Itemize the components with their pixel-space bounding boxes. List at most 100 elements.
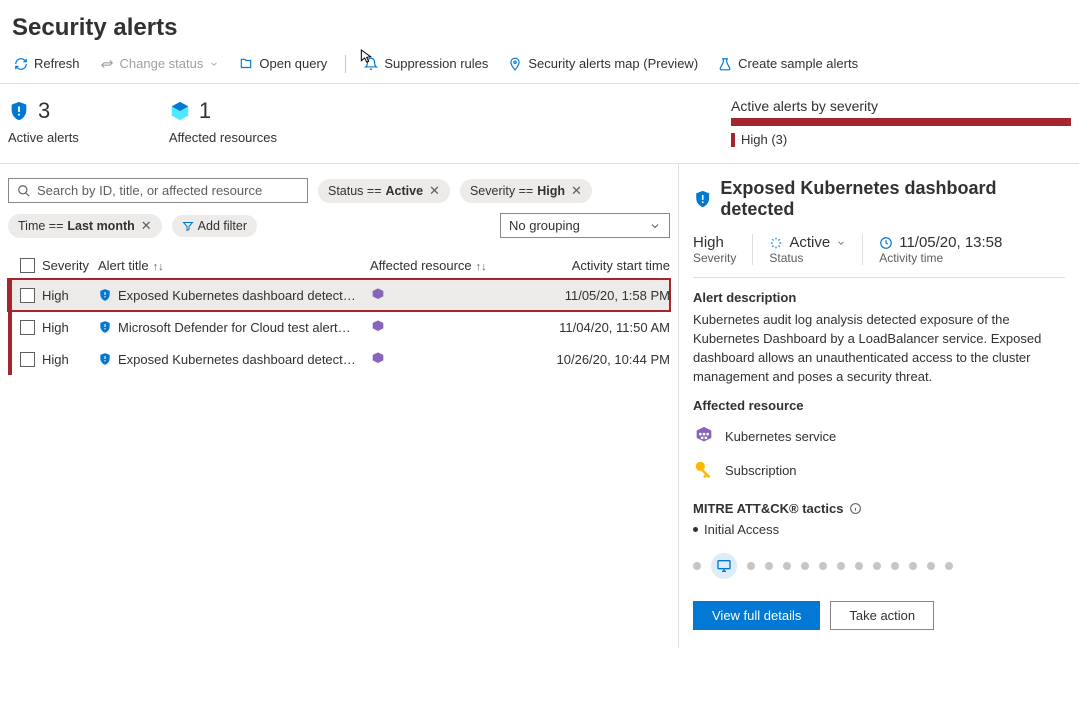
bullet-icon	[693, 527, 698, 532]
row-checkbox[interactable]	[20, 352, 35, 367]
refresh-icon	[14, 57, 28, 71]
close-icon[interactable]: ✕	[571, 183, 582, 199]
spinner-icon	[769, 236, 783, 250]
stage-dot	[783, 562, 791, 570]
close-icon[interactable]: ✕	[429, 183, 440, 199]
row-title-text: Exposed Kubernetes dashboard detect…	[118, 288, 356, 303]
mitre-tactic-item: Initial Access	[693, 522, 1065, 537]
query-icon	[239, 57, 253, 71]
sort-icon: ↑↓	[153, 261, 164, 273]
filter-status[interactable]: Status == Active ✕	[318, 179, 450, 203]
col-alert-title[interactable]: Alert title↑↓	[98, 258, 370, 273]
active-alerts-stat: 3 Active alerts	[8, 98, 79, 147]
meta-severity: High Severity	[693, 234, 753, 265]
severity-panel-title: Active alerts by severity	[731, 98, 1071, 114]
affected-count: 1	[199, 98, 211, 124]
col-activity-start[interactable]: Activity start time	[540, 258, 670, 273]
toolbar: Refresh Change status Open query Suppres…	[0, 52, 1079, 84]
severity-chip	[731, 133, 735, 147]
row-title-text: Exposed Kubernetes dashboard detect…	[118, 352, 356, 367]
stage-dot	[801, 562, 809, 570]
sample-alerts-button[interactable]: Create sample alerts	[710, 52, 866, 75]
search-input[interactable]: Search by ID, title, or affected resourc…	[8, 178, 308, 203]
shield-alert-icon	[8, 99, 30, 123]
mouse-cursor-icon	[358, 46, 374, 66]
alert-description: Kubernetes audit log analysis detected e…	[693, 311, 1065, 386]
info-icon[interactable]	[849, 502, 862, 515]
chevron-down-icon	[836, 238, 846, 248]
row-checkbox[interactable]	[20, 288, 35, 303]
select-all-checkbox[interactable]	[20, 258, 35, 273]
table-row[interactable]: High Microsoft Defender for Cloud test al…	[8, 311, 670, 343]
row-title: Exposed Kubernetes dashboard detect…	[98, 352, 370, 367]
row-checkbox[interactable]	[20, 320, 35, 335]
stage-dot	[873, 562, 881, 570]
row-severity: High	[42, 320, 98, 335]
detail-title: Exposed Kubernetes dashboard detected	[720, 178, 1065, 220]
stage-active	[711, 553, 737, 579]
table-row[interactable]: High Exposed Kubernetes dashboard detect……	[8, 279, 670, 311]
toolbar-divider	[345, 55, 346, 73]
add-filter-button[interactable]: Add filter	[172, 215, 257, 237]
open-query-label: Open query	[259, 56, 327, 71]
map-icon	[508, 57, 522, 71]
chevron-down-icon	[649, 220, 661, 232]
mitre-stages	[693, 553, 1065, 579]
shield-alert-icon	[693, 188, 712, 210]
kubernetes-icon	[693, 425, 715, 447]
affected-resource-label: Kubernetes service	[725, 429, 836, 444]
meta-status[interactable]: Active Status	[753, 234, 863, 265]
mitre-heading: MITRE ATT&CK® tactics	[693, 501, 1065, 516]
active-alerts-count: 3	[38, 98, 50, 124]
summary-bar: 3 Active alerts 1 Affected resources Act…	[0, 84, 1079, 164]
view-full-details-button[interactable]: View full details	[693, 601, 820, 630]
kubernetes-icon	[370, 319, 386, 335]
affected-resource-item[interactable]: Kubernetes service	[693, 419, 1065, 453]
kubernetes-icon	[370, 351, 386, 367]
search-icon	[17, 184, 31, 198]
suppression-button[interactable]: Suppression rules	[356, 52, 496, 75]
severity-entry-text: High (3)	[741, 132, 787, 147]
suppression-label: Suppression rules	[384, 56, 488, 71]
stage-dot	[747, 562, 755, 570]
swap-icon	[100, 57, 114, 71]
filter-severity[interactable]: Severity == High ✕	[460, 179, 592, 203]
col-severity[interactable]: Severity	[42, 258, 98, 273]
col-affected-resource[interactable]: Affected resource↑↓	[370, 258, 540, 273]
clock-icon	[879, 236, 893, 250]
stage-dot	[855, 562, 863, 570]
alert-description-heading: Alert description	[693, 290, 1065, 305]
close-icon[interactable]: ✕	[141, 218, 152, 234]
row-severity: High	[42, 352, 98, 367]
row-resource	[370, 287, 540, 303]
open-query-button[interactable]: Open query	[231, 52, 335, 75]
row-title: Exposed Kubernetes dashboard detect…	[98, 288, 370, 303]
row-resource	[370, 351, 540, 367]
affected-resource-label: Subscription	[725, 463, 797, 478]
page-title: Security alerts	[0, 0, 1079, 52]
key-icon	[693, 459, 715, 481]
filter-add-icon	[182, 220, 194, 232]
stage-dot	[927, 562, 935, 570]
stage-dot	[891, 562, 899, 570]
kubernetes-icon	[370, 287, 386, 303]
alerts-map-button[interactable]: Security alerts map (Preview)	[500, 52, 706, 75]
stage-dot	[765, 562, 773, 570]
refresh-label: Refresh	[34, 56, 80, 71]
affected-resource-heading: Affected resource	[693, 398, 1065, 413]
severity-bar	[731, 118, 1071, 126]
monitor-icon	[716, 558, 732, 574]
severity-entry: High (3)	[731, 132, 1071, 147]
row-severity: High	[42, 288, 98, 303]
grouping-label: No grouping	[509, 218, 580, 233]
take-action-button[interactable]: Take action	[830, 601, 934, 630]
active-alerts-label: Active alerts	[8, 130, 79, 145]
refresh-button[interactable]: Refresh	[6, 52, 88, 75]
row-title-text: Microsoft Defender for Cloud test alert…	[118, 320, 351, 335]
filter-time[interactable]: Time == Last month ✕	[8, 214, 162, 238]
affected-resource-item[interactable]: Subscription	[693, 453, 1065, 487]
table-row[interactable]: High Exposed Kubernetes dashboard detect……	[8, 343, 670, 375]
stage-dot	[693, 562, 701, 570]
sort-icon: ↑↓	[476, 261, 487, 273]
grouping-select[interactable]: No grouping	[500, 213, 670, 238]
